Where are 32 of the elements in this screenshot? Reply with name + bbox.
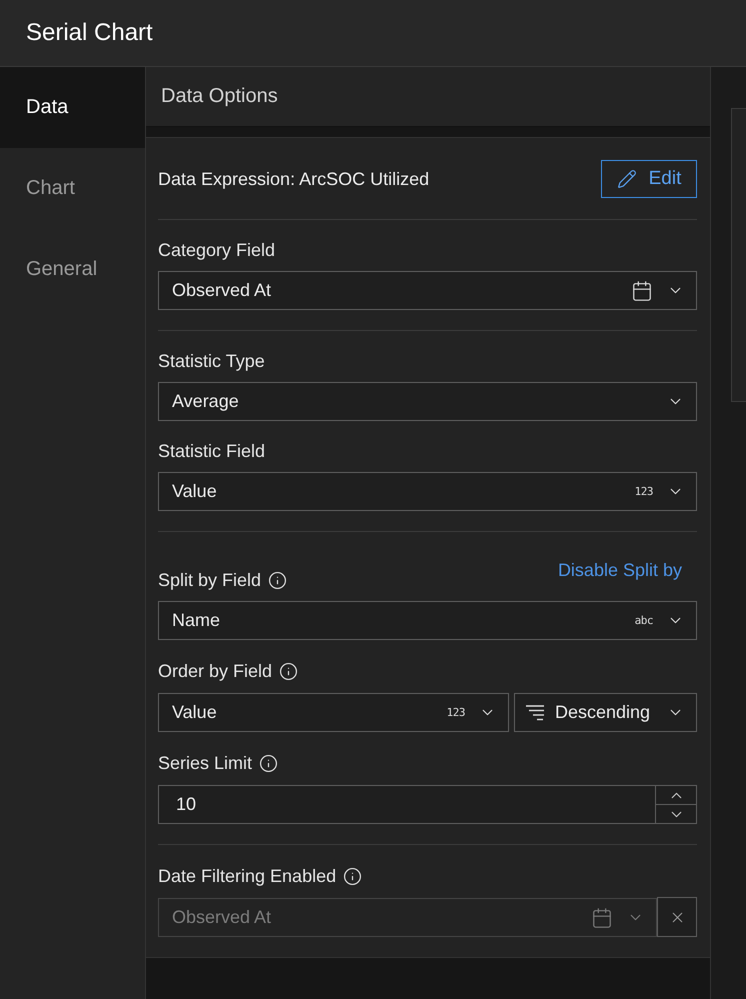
field-label: Category Field — [158, 240, 276, 260]
sidebar-tab[interactable]: Data — [0, 67, 145, 148]
field-type-icon: 123 — [634, 485, 653, 498]
field-label: Statistic Field — [158, 441, 266, 461]
dropdown-field[interactable]: Average — [158, 382, 697, 421]
info-icon[interactable] — [279, 662, 298, 680]
field-label: Date Filtering Enabled — [158, 866, 336, 886]
data-expression-label: Data Expression: ArcSOC Utilized — [158, 168, 430, 190]
calendar-icon — [591, 906, 613, 928]
sidebar-tab[interactable]: General — [0, 229, 145, 310]
panel-title: Data Options — [161, 85, 278, 108]
sort-icon — [525, 704, 545, 722]
field-label: Order by Field — [158, 661, 272, 681]
dropdown-field[interactable]: Value 123 — [158, 693, 509, 732]
sidebar-tab[interactable]: Chart — [0, 148, 145, 229]
pencil-icon — [616, 169, 637, 189]
field-type-icon: abc — [634, 614, 653, 627]
field-label: Series Limit — [158, 753, 252, 773]
edit-button[interactable]: Edit — [601, 160, 697, 198]
calendar-icon — [631, 280, 653, 302]
field-label: Statistic Type — [158, 351, 265, 371]
window-title: Serial Chart — [26, 18, 153, 48]
dropdown-field[interactable]: Observed At — [158, 271, 697, 310]
field-label: Split by Field — [158, 570, 262, 590]
info-icon[interactable] — [259, 754, 278, 772]
info-icon[interactable] — [268, 571, 288, 590]
dropdown-field[interactable]: Value 123 — [158, 472, 697, 511]
dropdown-field[interactable]: Descending — [514, 693, 697, 732]
number-input[interactable]: 10 — [158, 785, 655, 824]
disable-split-link[interactable]: Disable Split by — [558, 560, 682, 580]
field-type-icon: 123 — [446, 706, 465, 719]
dropdown-field[interactable]: Name abc — [158, 601, 697, 640]
